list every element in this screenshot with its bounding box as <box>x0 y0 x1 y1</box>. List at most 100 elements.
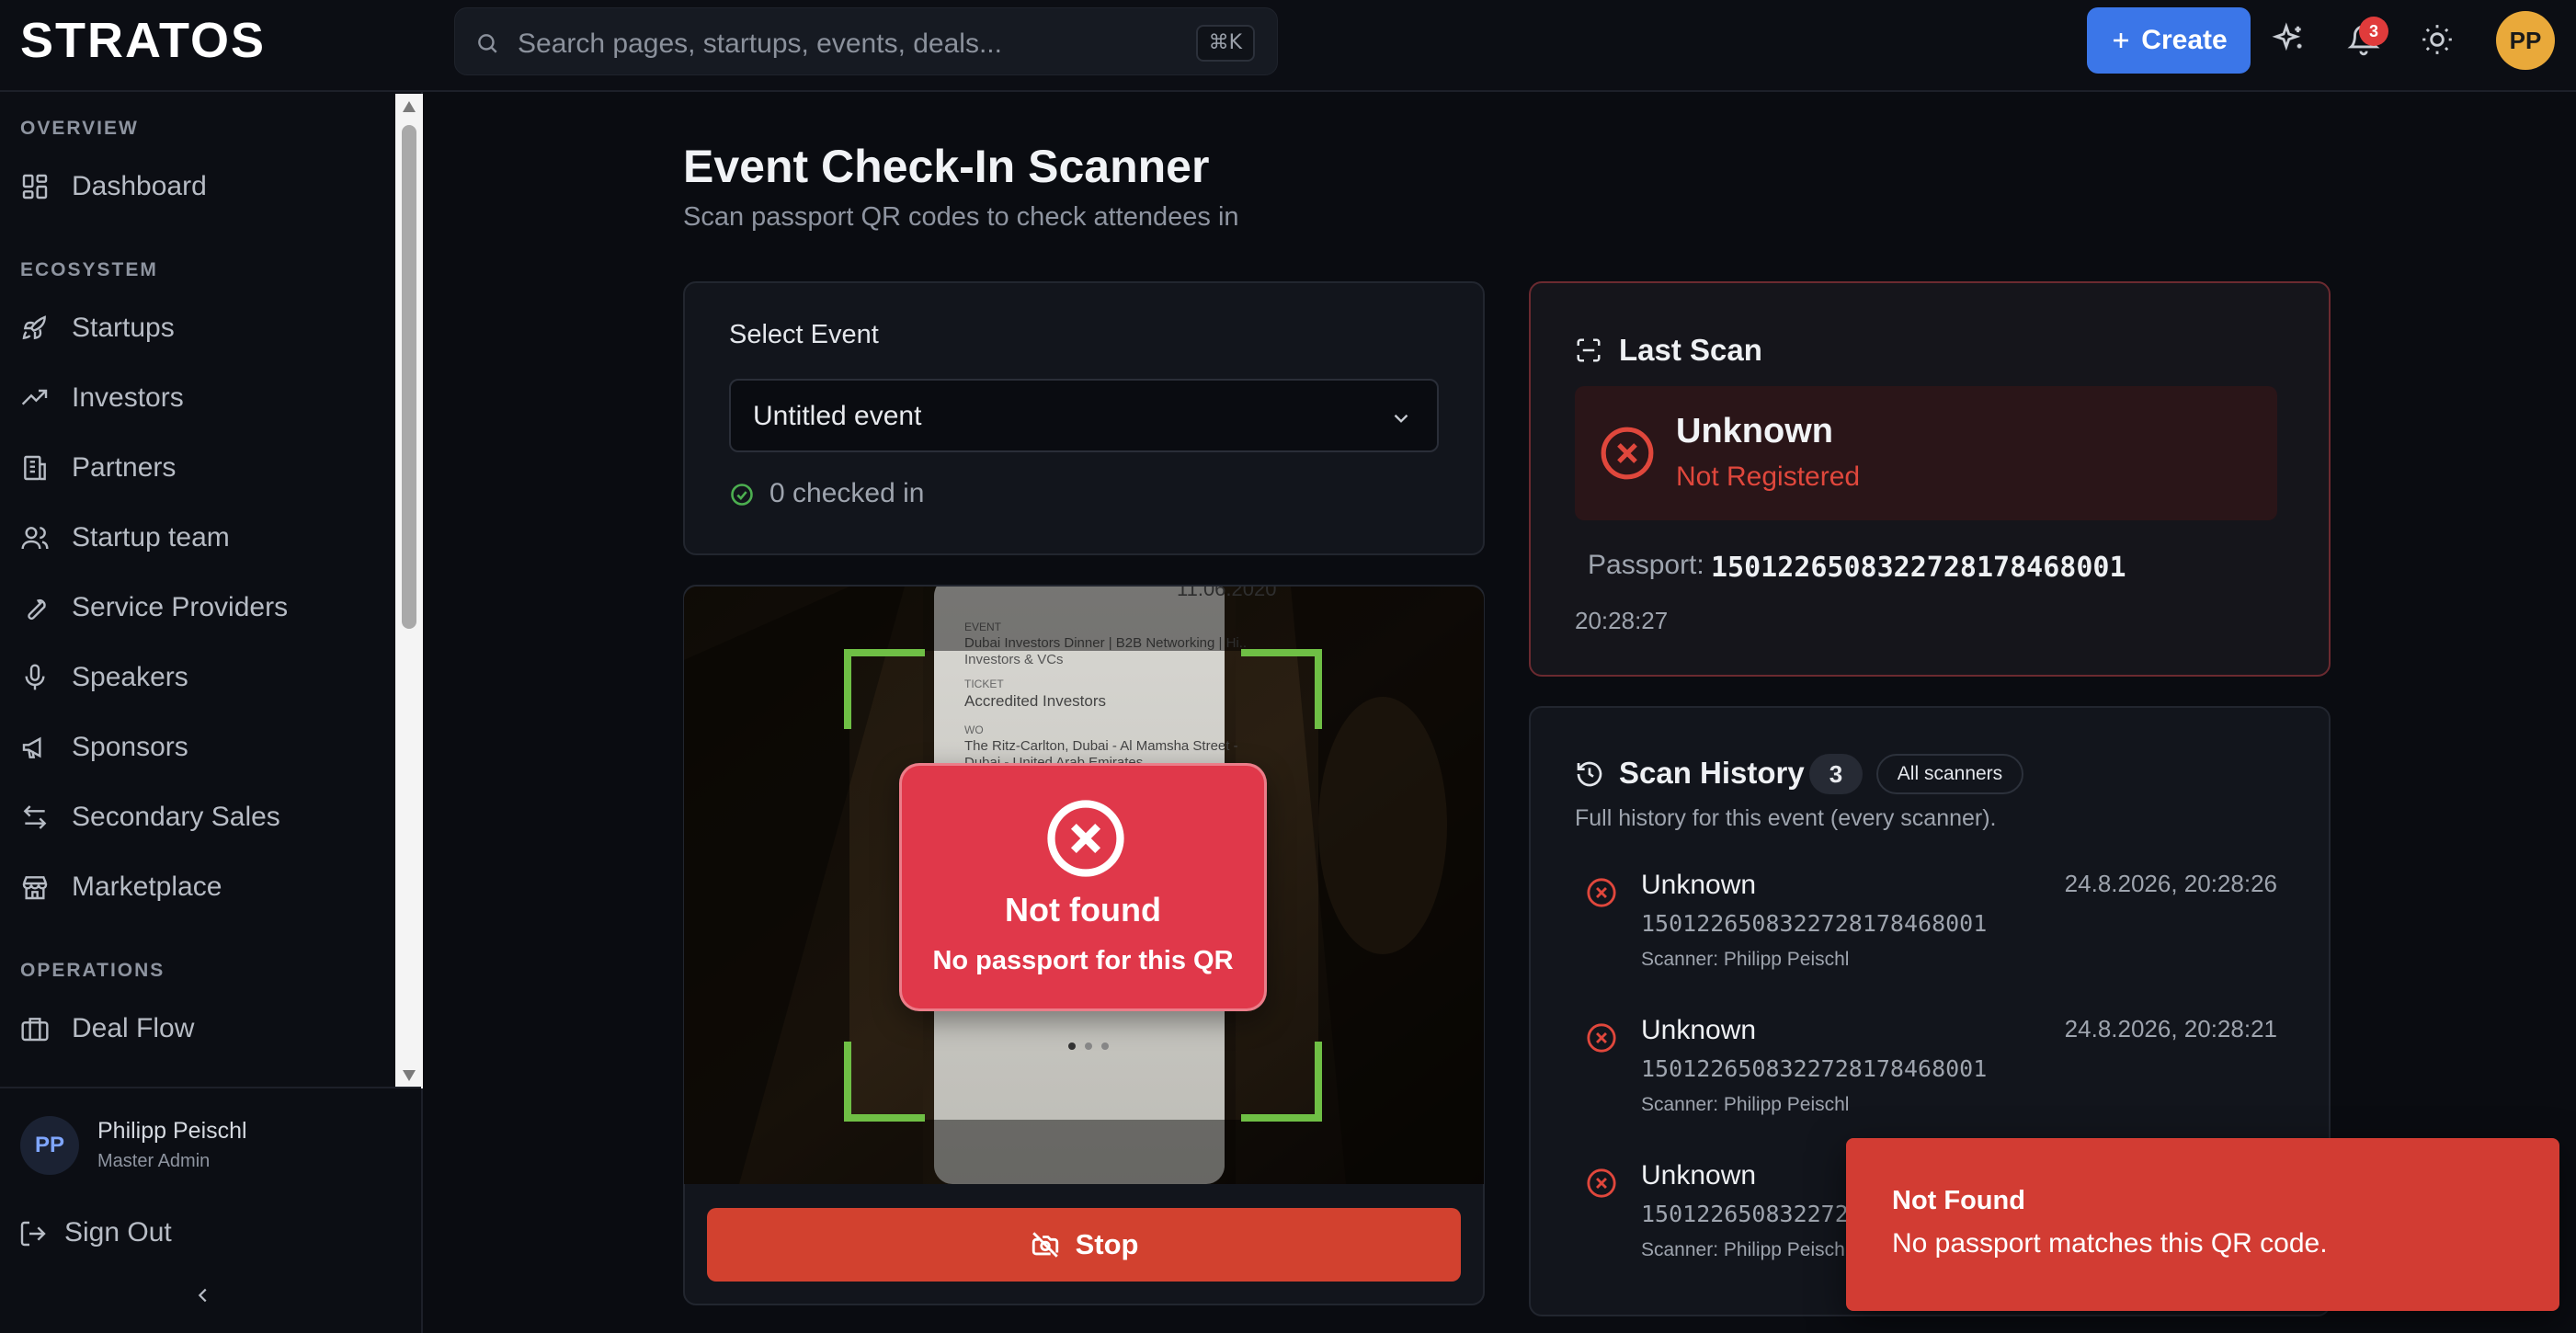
overlay-title: Not found <box>1005 891 1161 929</box>
logo-wordmark-icon: STRATOS <box>20 17 266 63</box>
search-placeholder: Search pages, startups, events, deals... <box>518 28 1002 59</box>
sparkles-icon[interactable] <box>2272 22 2308 59</box>
global-search[interactable]: Search pages, startups, events, deals...… <box>454 7 1278 75</box>
history-name: Unknown <box>1641 1015 1757 1045</box>
mic-icon <box>20 663 50 692</box>
passport-id: 1501226508322728178468001 <box>1711 552 2126 584</box>
create-label: Create <box>2141 25 2228 55</box>
history-name: Unknown <box>1641 1160 1757 1191</box>
sidebar-item-label: Startup team <box>72 522 230 553</box>
building-icon <box>20 453 50 483</box>
user-avatar[interactable]: PP <box>2496 11 2555 70</box>
not-found-toast[interactable]: Not Found No passport matches this QR co… <box>1846 1138 2559 1311</box>
sidebar-item-secondary-sales[interactable]: Secondary Sales <box>0 789 395 846</box>
svg-text:Investors & VCs: Investors & VCs <box>964 652 1064 667</box>
camera-off-icon <box>1030 1229 1061 1260</box>
sidebar-item-startups[interactable]: Startups <box>0 300 395 357</box>
sidebar-item-investors[interactable]: Investors <box>0 370 395 427</box>
history-row[interactable]: Unknown 1501226508322728178468001 Scanne… <box>1575 864 2277 993</box>
overlay-message: No passport for this QR <box>932 946 1234 975</box>
search-shortcut-hint: ⌘K <box>1195 25 1255 62</box>
history-passport: 1501226508322728178468001 <box>1641 1055 1988 1082</box>
section-title-overview: OVERVIEW <box>20 118 139 139</box>
sidebar-item-label: Sponsors <box>72 732 188 762</box>
search-icon <box>475 31 499 55</box>
history-timestamp: 24.8.2026, 20:28:26 <box>2064 870 2277 897</box>
event-select[interactable]: Untitled event <box>729 379 1439 452</box>
store-icon <box>20 872 50 902</box>
history-name: Unknown <box>1641 870 1757 900</box>
svg-text:WO: WO <box>964 723 984 736</box>
x-circle-icon <box>1044 797 1127 880</box>
history-scanner: Scanner: Philipp Peischl <box>1641 949 1850 970</box>
last-scan-title: Last Scan <box>1619 333 1762 367</box>
svg-text:Accredited Investors: Accredited Investors <box>964 692 1106 710</box>
x-circle-icon <box>1586 877 1617 908</box>
x-circle-icon <box>1586 1168 1617 1199</box>
wrench-icon <box>20 593 50 622</box>
megaphone-icon <box>20 733 50 762</box>
sidebar-content: OVERVIEW Dashboard ECOSYSTEM Startups In… <box>0 92 423 1333</box>
sun-icon[interactable] <box>2420 22 2456 59</box>
history-passport: 1501226508322728178468001 <box>1641 910 1988 937</box>
history-count-badge: 3 <box>1809 754 1863 794</box>
section-title-operations: OPERATIONS <box>20 960 165 981</box>
sidebar-item-service-providers[interactable]: Service Providers <box>0 579 395 636</box>
sign-out-label: Sign Out <box>64 1217 172 1248</box>
sidebar-item-marketplace[interactable]: Marketplace <box>0 859 395 916</box>
toast-message: No passport matches this QR code. <box>1892 1228 2328 1259</box>
history-icon <box>1575 759 1604 789</box>
check-circle-icon <box>729 482 755 507</box>
sidebar-item-label: Investors <box>72 382 184 413</box>
briefcase-icon <box>20 1014 50 1043</box>
history-row[interactable]: Unknown 1501226508322728178468001 Scanne… <box>1575 1009 2277 1138</box>
sidebar-item-sponsors[interactable]: Sponsors <box>0 719 395 776</box>
arrows-icon <box>20 803 50 832</box>
x-circle-icon <box>1586 1022 1617 1054</box>
sidebar-item-label: Dashboard <box>72 171 207 201</box>
collapse-sidebar-chevron-left-icon[interactable] <box>193 1283 213 1307</box>
sidebar-item-label: Deal Flow <box>72 1013 195 1043</box>
sidebar-item-label: Service Providers <box>72 592 289 622</box>
users-icon <box>20 523 50 553</box>
scroll-up-arrow-icon[interactable] <box>403 101 416 112</box>
page-title: Event Check-In Scanner <box>683 141 1210 192</box>
last-scan-card: Last Scan Unknown Not Registered Passpor… <box>1529 281 2331 677</box>
log-out-icon <box>18 1219 48 1248</box>
sidebar-scrollbar[interactable] <box>395 94 423 1088</box>
sidebar-item-label: Secondary Sales <box>72 802 280 832</box>
trending-up-icon <box>20 383 50 413</box>
svg-text:TICKET: TICKET <box>964 678 1004 690</box>
top-bar: STRATOS Search pages, startups, events, … <box>0 0 2576 92</box>
stop-label: Stop <box>1075 1228 1139 1260</box>
scroll-down-arrow-icon[interactable] <box>403 1070 416 1081</box>
avatar[interactable]: PP <box>20 1116 79 1175</box>
sign-out-button[interactable]: Sign Out <box>18 1213 294 1254</box>
scanner-scope-badge[interactable]: All scanners <box>1876 754 2023 794</box>
svg-text:STRATOS: STRATOS <box>20 17 266 63</box>
stratos-logo[interactable]: STRATOS <box>20 17 344 63</box>
scrollbar-thumb[interactable] <box>402 125 416 629</box>
stop-scanner-button[interactable]: Stop <box>707 1208 1461 1282</box>
sidebar-item-speakers[interactable]: Speakers <box>0 649 395 706</box>
create-button[interactable]: Create <box>2087 7 2251 74</box>
sidebar-item-partners[interactable]: Partners <box>0 439 395 496</box>
last-scan-status: Not Registered <box>1676 461 1861 492</box>
x-circle-icon <box>1599 425 1656 482</box>
sidebar-item-startup-team[interactable]: Startup team <box>0 509 395 566</box>
sidebar-item-deal-flow[interactable]: Deal Flow <box>0 1000 395 1057</box>
select-event-label: Select Event <box>729 320 879 349</box>
sidebar-item-label: Partners <box>72 452 177 483</box>
sidebar-user-block: PP Philipp Peischl Master Admin Sign Out <box>0 1087 421 1333</box>
event-select-value: Untitled event <box>753 401 922 431</box>
notification-count-badge: 3 <box>2359 17 2388 46</box>
rocket-icon <box>20 313 50 343</box>
toast-title: Not Found <box>1892 1186 2025 1215</box>
sidebar-item-dashboard[interactable]: Dashboard <box>0 158 395 215</box>
last-scan-result: Unknown Not Registered <box>1575 386 2277 520</box>
history-scanner: Scanner: Philipp Peisch <box>1641 1239 1845 1260</box>
sidebar-nav-list: OVERVIEW Dashboard ECOSYSTEM Startups In… <box>0 92 395 1087</box>
chevron-down-icon <box>1389 406 1413 430</box>
history-description: Full history for this event (every scann… <box>1575 805 1997 831</box>
checked-in-label: 0 checked in <box>769 478 925 508</box>
